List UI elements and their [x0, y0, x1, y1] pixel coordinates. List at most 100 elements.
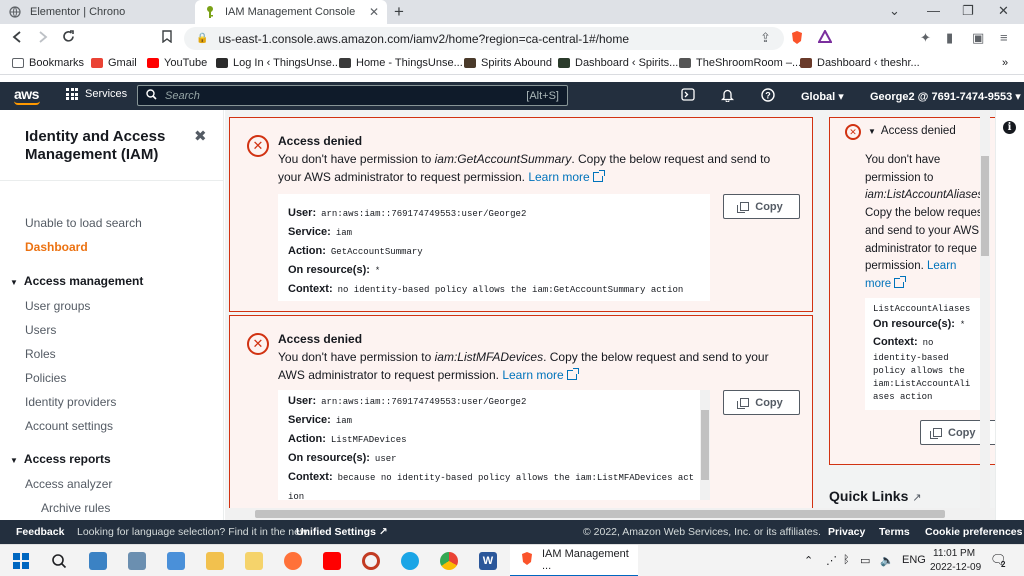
bookmark-item[interactable]: Dashboard ‹ Spirits... [558, 57, 678, 69]
quick-links-heading[interactable]: Quick Links ↗ [829, 488, 921, 504]
learn-more-link[interactable]: Learn more [502, 368, 579, 382]
photos-icon[interactable] [167, 552, 185, 570]
aws-logo-smile [14, 101, 40, 105]
scrollbar-thumb[interactable] [981, 156, 989, 256]
back-icon[interactable] [12, 30, 22, 46]
brave-rewards-icon[interactable] [817, 28, 833, 46]
close-icon[interactable]: ✖ [194, 127, 207, 145]
learn-more-link[interactable]: Learn [927, 260, 956, 272]
youtube-icon [147, 58, 159, 68]
battery-icon[interactable]: ▭ [860, 554, 870, 567]
request-details[interactable]: User: arn:aws:iam::769174749553:user/Geor… [278, 390, 710, 500]
sidebar-item-roles[interactable]: Roles [25, 347, 56, 361]
cloudshell-icon[interactable] [681, 88, 695, 104]
address-bar[interactable]: 🔒 us-east-1.console.aws.amazon.com/iamv2… [184, 27, 784, 50]
tab-iam-console[interactable]: IAM Management Console ✕ [195, 0, 387, 24]
sidebar-title: Identity and Access Management (IAM) [25, 128, 166, 163]
copy-button[interactable]: Copy [723, 194, 800, 219]
bookmark-favicon [464, 58, 476, 68]
horizontal-scrollbar[interactable] [225, 508, 995, 520]
bookmark-icon[interactable] [162, 30, 172, 46]
chrome-icon[interactable] [440, 552, 458, 570]
region-selector[interactable]: Global ▾ [801, 90, 844, 103]
bookmark-item[interactable]: Home - ThingsUnse... [339, 57, 463, 69]
notes-icon[interactable] [245, 552, 263, 570]
bookmark-item[interactable]: Gmail [91, 57, 137, 69]
sidebar-item-archive-rules[interactable]: Archive rules [41, 501, 110, 515]
extensions-icon[interactable]: ✦ [920, 30, 931, 46]
sidebar-item-policies[interactable]: Policies [25, 371, 66, 385]
sidebar-item-dashboard[interactable]: Dashboard [25, 240, 88, 254]
firefox-icon[interactable] [284, 552, 302, 570]
close-icon[interactable]: ✕ [369, 5, 379, 19]
brave-shield-icon[interactable] [790, 30, 804, 48]
restore-icon[interactable]: ❐ [962, 3, 974, 19]
forward-icon[interactable] [38, 30, 48, 46]
bell-icon[interactable] [720, 88, 735, 105]
sidebar-item-user-groups[interactable]: User groups [25, 299, 90, 313]
sidebar-item-access-analyzer[interactable]: Access analyzer [25, 477, 112, 491]
help-icon[interactable]: ? [761, 88, 775, 105]
unified-settings-link[interactable]: Unified Settings ↗ [296, 526, 388, 538]
menu-icon[interactable]: ≡ [1000, 30, 1008, 45]
volume-icon[interactable]: 🔈 [880, 554, 894, 567]
search-input[interactable]: Search [Alt+S] [137, 85, 568, 106]
clock-time[interactable]: 11:01 PM [933, 548, 975, 559]
network-icon[interactable]: ⋰ [826, 554, 837, 567]
scrollbar-thumb[interactable] [255, 510, 945, 518]
close-window-icon[interactable]: ✕ [998, 3, 1009, 19]
main-scrollbar[interactable] [980, 110, 990, 520]
sidebar-icon[interactable]: ▮ [946, 30, 953, 46]
file-explorer-icon[interactable] [206, 552, 224, 570]
edge-icon[interactable] [401, 552, 419, 570]
windows-start-icon[interactable] [12, 552, 30, 570]
sidebar-item-account-settings[interactable]: Account settings [25, 419, 113, 433]
chevron-down-icon[interactable]: ⌄ [889, 3, 900, 19]
clock-date[interactable]: 2022-12-09 [930, 562, 981, 573]
task-view-icon[interactable] [89, 552, 107, 570]
request-details: ListAccountAliases On resource(s): * Cont… [865, 298, 981, 410]
code-scrollbar[interactable] [700, 390, 710, 500]
bookmark-item[interactable]: TheShroomRoom –... [679, 57, 801, 69]
bookmark-item[interactable]: Dashboard ‹ theshr... [800, 57, 920, 69]
wallet-icon[interactable]: ▣ [972, 30, 984, 46]
bookmark-item[interactable]: YouTube [147, 57, 207, 69]
info-icon[interactable]: i [1003, 121, 1016, 134]
share-icon[interactable]: ⇪ [760, 30, 771, 46]
section-access-reports[interactable]: ▼ Access reports [10, 452, 111, 466]
section-access-management[interactable]: ▼ Access management [10, 274, 143, 288]
learn-more-link[interactable]: Learn more [528, 170, 605, 184]
word-icon[interactable]: W [479, 552, 497, 570]
app-icon[interactable] [128, 552, 146, 570]
bookmark-item[interactable]: Bookmarks [12, 57, 84, 69]
new-tab-button[interactable]: + [394, 2, 404, 22]
bookmark-item[interactable]: Spirits Abound [464, 57, 552, 69]
copy-button[interactable]: Copy [723, 390, 800, 415]
services-button[interactable]: Services [66, 88, 127, 100]
search-icon[interactable] [50, 552, 68, 570]
chevron-up-icon[interactable]: ⌃ [804, 554, 813, 567]
sidebar-item-identity-providers[interactable]: Identity providers [25, 395, 116, 409]
code-scrollbar-thumb[interactable] [701, 410, 709, 480]
alert-message: You don't have permission to iam:ListAcc… [865, 154, 984, 290]
alert-title-toggle[interactable]: ▼ Access denied [868, 125, 956, 137]
aws-logo[interactable]: aws [14, 86, 39, 102]
alert-title: Access denied [278, 134, 363, 148]
youtube-icon[interactable] [323, 552, 341, 570]
bookmark-item[interactable]: Log In ‹ ThingsUnse... [216, 57, 341, 69]
cookie-preferences-link[interactable]: Cookie preferences [925, 526, 1022, 538]
privacy-link[interactable]: Privacy [828, 526, 865, 538]
taskbar-active-window[interactable]: IAM Management ... [510, 545, 638, 576]
more-bookmarks-button[interactable]: » [1002, 57, 1008, 69]
language-indicator[interactable]: ENG [902, 554, 926, 566]
media-player-icon[interactable] [362, 552, 380, 570]
sidebar-item-users[interactable]: Users [25, 323, 56, 337]
account-menu[interactable]: George2 @ 7691-7474-9553 ▾ [870, 90, 1021, 103]
feedback-link[interactable]: Feedback [16, 526, 64, 538]
minimize-icon[interactable]: — [927, 3, 940, 18]
reload-icon[interactable] [62, 30, 75, 46]
terms-link[interactable]: Terms [879, 526, 910, 538]
bluetooth-icon[interactable]: ᛒ [843, 554, 850, 566]
tab-elementor[interactable]: Elementor | Chrono [0, 0, 195, 24]
search-placeholder: Search [165, 89, 200, 102]
